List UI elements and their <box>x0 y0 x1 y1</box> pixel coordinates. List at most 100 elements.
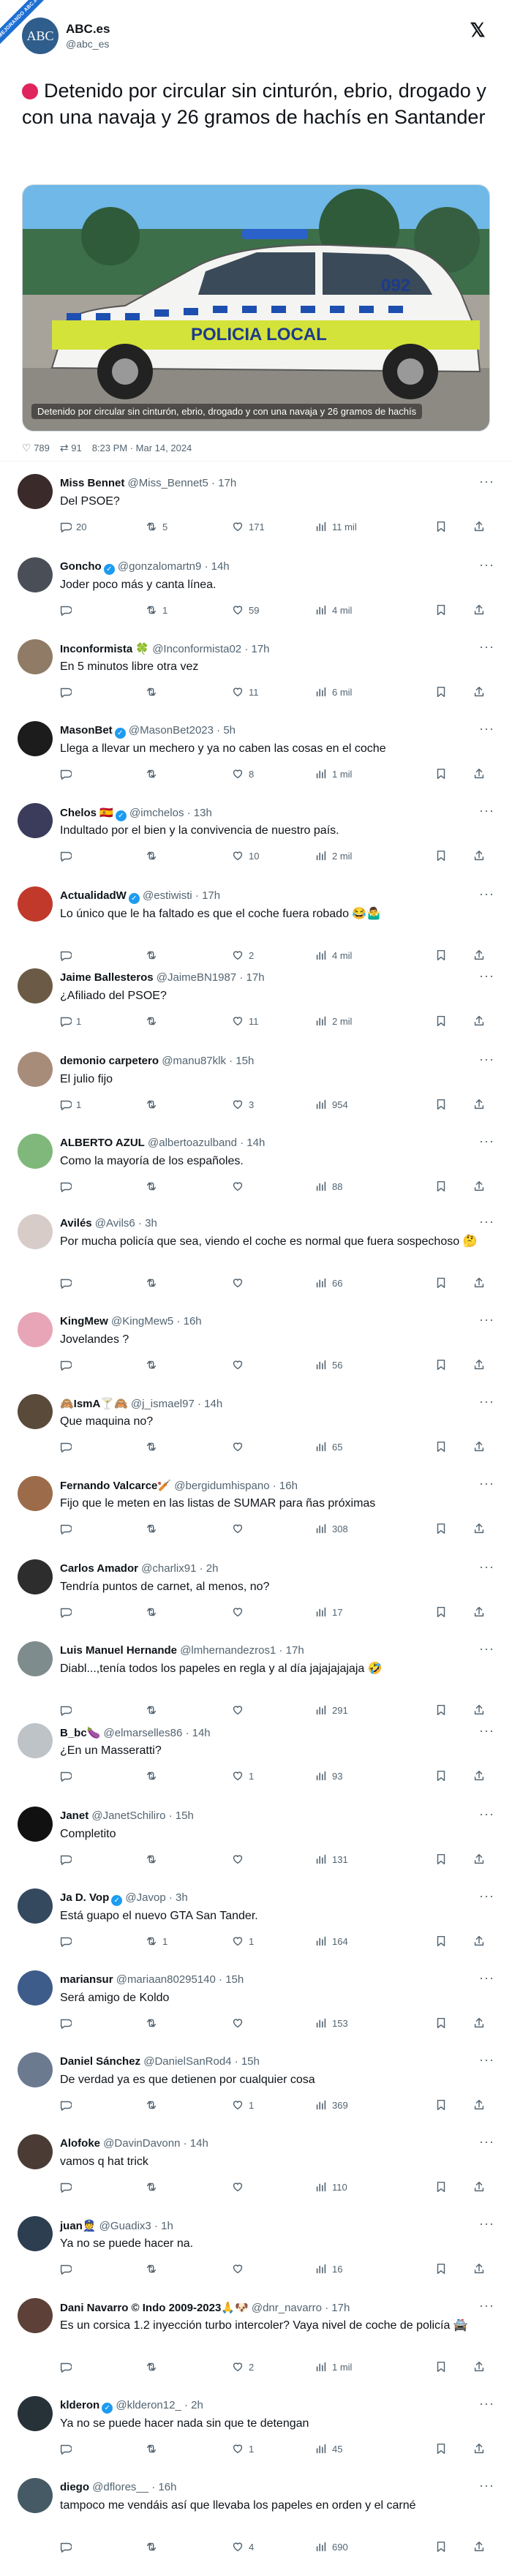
reply-handle-time[interactable]: @charlix91 · 2h <box>138 1562 218 1575</box>
bookmark-button[interactable] <box>434 2540 448 2553</box>
reply-button[interactable] <box>59 603 76 617</box>
more-options-icon[interactable]: ··· <box>479 474 494 489</box>
bookmark-button[interactable] <box>434 1440 448 1453</box>
reply-avatar[interactable] <box>18 886 53 922</box>
views-button[interactable]: 1 mil <box>315 767 352 780</box>
views-button[interactable]: 4 mil <box>315 949 352 962</box>
bookmark-button[interactable] <box>434 1605 448 1619</box>
reply-button[interactable] <box>59 1703 76 1717</box>
repost-button[interactable] <box>145 2442 162 2455</box>
reply-button[interactable]: 1 <box>59 1014 81 1028</box>
bookmark-button[interactable] <box>434 2442 448 2455</box>
reply-button[interactable] <box>59 1358 76 1371</box>
reply-handle-time[interactable]: @imchelos · 13h <box>127 807 212 819</box>
bookmark-button[interactable] <box>434 685 448 698</box>
like-button[interactable] <box>231 1358 249 1371</box>
post-timestamp[interactable]: 8:23 PM · Mar 14, 2024 <box>92 442 192 453</box>
repost-button[interactable] <box>145 1522 162 1535</box>
reply-avatar[interactable] <box>18 1394 53 1429</box>
reply-avatar[interactable] <box>18 2478 53 2513</box>
bookmark-button[interactable] <box>434 1703 448 1717</box>
reply-avatar[interactable] <box>18 1641 53 1676</box>
reply-handle-time[interactable]: @dnr_navarro · 17h <box>249 2302 350 2314</box>
repost-button[interactable] <box>145 2540 162 2553</box>
views-button[interactable]: 690 <box>315 2540 348 2553</box>
reply-button[interactable] <box>59 2540 76 2553</box>
more-options-icon[interactable]: ··· <box>479 1888 494 1904</box>
reply-button[interactable] <box>59 1935 76 1948</box>
reply-author-name[interactable]: Inconformista 🍀 <box>60 643 149 655</box>
bookmark-button[interactable] <box>434 2098 448 2112</box>
reply-author-name[interactable]: Ja D. Vop <box>60 1891 109 1904</box>
share-button[interactable] <box>473 1853 486 1866</box>
reply-author-name[interactable]: Janet <box>60 1809 89 1822</box>
reply-handle-time[interactable]: @Guadix3 · 1h <box>97 2220 173 2232</box>
reply-avatar[interactable] <box>18 1214 53 1249</box>
views-button[interactable]: 954 <box>315 1098 348 1111</box>
like-button[interactable]: 2 <box>231 949 254 962</box>
repost-button[interactable] <box>145 2098 162 2112</box>
like-button[interactable]: 1 <box>231 2098 254 2112</box>
share-button[interactable] <box>473 849 486 862</box>
bookmark-button[interactable] <box>434 603 448 617</box>
reply-handle-time[interactable]: @lmhernandezros1 · 17h <box>177 1644 304 1657</box>
bookmark-button[interactable] <box>434 949 448 962</box>
more-options-icon[interactable]: ··· <box>479 1134 494 1149</box>
reply-button[interactable] <box>59 2262 76 2275</box>
reply-button[interactable] <box>59 767 76 780</box>
more-options-icon[interactable]: ··· <box>479 2478 494 2493</box>
views-button[interactable]: 11 mil <box>315 520 357 533</box>
reply-avatar[interactable] <box>18 1559 53 1594</box>
share-button[interactable] <box>473 1703 486 1717</box>
more-options-icon[interactable]: ··· <box>479 1312 494 1327</box>
views-button[interactable]: 66 <box>315 1276 342 1289</box>
share-button[interactable] <box>473 767 486 780</box>
reply-handle-time[interactable]: @JanetSchiliro · 15h <box>89 1809 193 1822</box>
reply-author-name[interactable]: ALBERTO AZUL <box>60 1137 145 1149</box>
like-button[interactable]: 4 <box>231 2540 254 2553</box>
like-button[interactable]: 1 <box>231 1935 254 1948</box>
more-options-icon[interactable]: ··· <box>479 886 494 902</box>
bookmark-button[interactable] <box>434 2180 448 2193</box>
repost-button[interactable] <box>145 1358 162 1371</box>
more-options-icon[interactable]: ··· <box>479 1559 494 1575</box>
reply-avatar[interactable] <box>18 721 53 756</box>
reply-button[interactable] <box>59 2098 76 2112</box>
bookmark-button[interactable] <box>434 520 448 533</box>
reply-author-name[interactable]: juan👮 <box>60 2220 97 2232</box>
reply-handle-time[interactable]: @estiwisti · 17h <box>140 889 220 902</box>
reply-avatar[interactable] <box>18 2216 53 2251</box>
like-button[interactable]: 11 <box>231 685 259 698</box>
repost-button[interactable] <box>145 2016 162 2030</box>
reply-button[interactable] <box>59 1440 76 1453</box>
share-button[interactable] <box>473 685 486 698</box>
more-options-icon[interactable]: ··· <box>479 1641 494 1657</box>
reply-author-name[interactable]: Alofoke <box>60 2137 100 2150</box>
like-button[interactable]: 2 <box>231 2360 254 2373</box>
reply-author-name[interactable]: demonio carpetero <box>60 1055 159 1067</box>
repost-button[interactable] <box>145 1769 162 1782</box>
more-options-icon[interactable]: ··· <box>479 968 494 984</box>
reply-handle-time[interactable]: @KingMew5 · 16h <box>108 1315 202 1327</box>
repost-button[interactable] <box>145 1853 162 1866</box>
reply-handle-time[interactable]: @Avils6 · 3h <box>92 1217 157 1229</box>
views-button[interactable]: 164 <box>315 1935 348 1948</box>
views-button[interactable]: 16 <box>315 2262 342 2275</box>
post-image[interactable]: 092 POLICIA LOCAL Detenido por circular … <box>22 184 490 432</box>
reply-button[interactable] <box>59 1522 76 1535</box>
like-button[interactable] <box>231 1703 249 1717</box>
bookmark-button[interactable] <box>434 1358 448 1371</box>
bookmark-button[interactable] <box>434 767 448 780</box>
more-options-icon[interactable]: ··· <box>479 1476 494 1491</box>
reply-author-name[interactable]: Avilés <box>60 1217 92 1229</box>
reply-button[interactable] <box>59 1853 76 1866</box>
more-options-icon[interactable]: ··· <box>479 1807 494 1822</box>
share-button[interactable] <box>473 1769 486 1782</box>
reply-avatar[interactable] <box>18 803 53 838</box>
reply-author-name[interactable]: Jaime Ballesteros <box>60 971 154 984</box>
reply-avatar[interactable] <box>18 2396 53 2431</box>
reply-handle-time[interactable]: @manu87klk · 15h <box>159 1055 254 1067</box>
bookmark-button[interactable] <box>434 2360 448 2373</box>
author-handle[interactable]: @abc_es <box>66 38 109 50</box>
like-button[interactable]: 171 <box>231 520 265 533</box>
